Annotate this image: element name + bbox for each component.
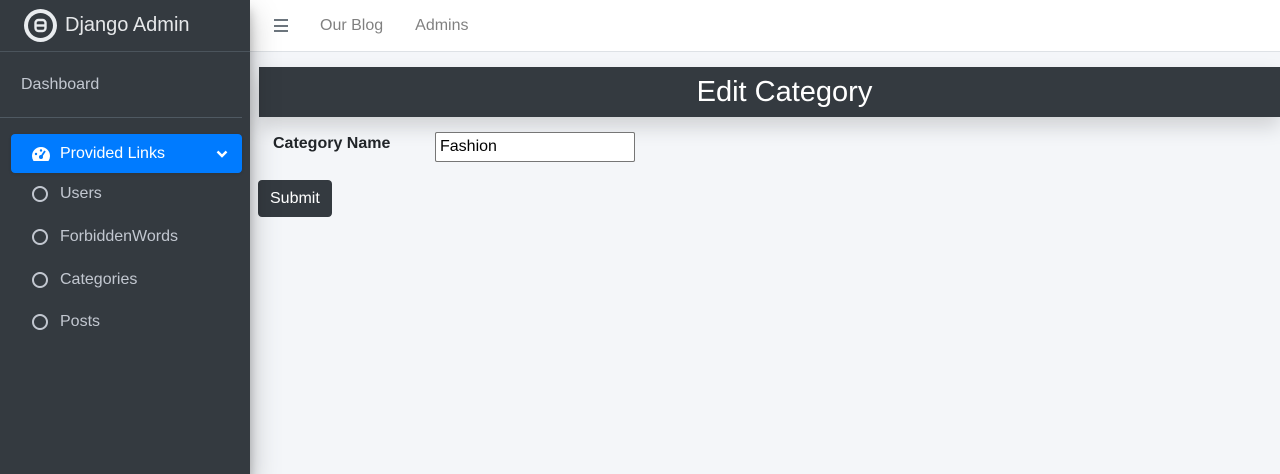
nav-link-admins[interactable]: Admins <box>415 17 468 35</box>
circle-icon <box>32 229 48 246</box>
brand-title: Django Admin <box>65 14 190 36</box>
category-name-label: Category Name <box>273 135 391 152</box>
sidebar-item-provided-links[interactable]: Provided Links <box>11 134 242 173</box>
submit-button[interactable]: Submit <box>258 180 332 217</box>
category-name-input[interactable] <box>435 132 635 162</box>
sidebar-item-label: Users <box>60 185 102 203</box>
tachometer-icon <box>31 146 51 162</box>
sidebar-item-label: Posts <box>60 313 101 331</box>
sidebar-item-categories[interactable]: Categories <box>11 258 242 301</box>
hamburger-icon[interactable] <box>274 19 288 32</box>
circle-icon <box>32 186 48 203</box>
sidebar: Django Admin Dashboard Provided Links Us… <box>0 0 250 474</box>
sidebar-item-label: ForbiddenWords <box>60 228 178 246</box>
page-title: Edit Category <box>696 75 873 108</box>
sidebar-item-forbiddenwords[interactable]: ForbiddenWords <box>11 216 242 259</box>
dashboard-label: Dashboard <box>21 75 100 93</box>
circle-icon <box>32 314 48 331</box>
sidebar-item-label: Provided Links <box>60 144 165 162</box>
nav-link-our-blog[interactable]: Our Blog <box>320 17 383 35</box>
sidebar-item-posts[interactable]: Posts <box>11 301 242 344</box>
page-header: Edit Category <box>259 67 1280 117</box>
sidebar-nav: Provided Links Users ForbiddenWords Cate… <box>0 118 250 344</box>
django-logo-icon <box>24 9 57 42</box>
dashboard-link[interactable]: Dashboard <box>0 52 242 118</box>
top-navbar: Our Blog Admins <box>250 0 1280 52</box>
chevron-down-icon[interactable] <box>216 149 228 159</box>
sidebar-item-label: Categories <box>60 270 138 288</box>
sidebar-item-users[interactable]: Users <box>11 173 242 216</box>
brand-link[interactable]: Django Admin <box>0 0 250 52</box>
circle-icon <box>32 271 48 288</box>
